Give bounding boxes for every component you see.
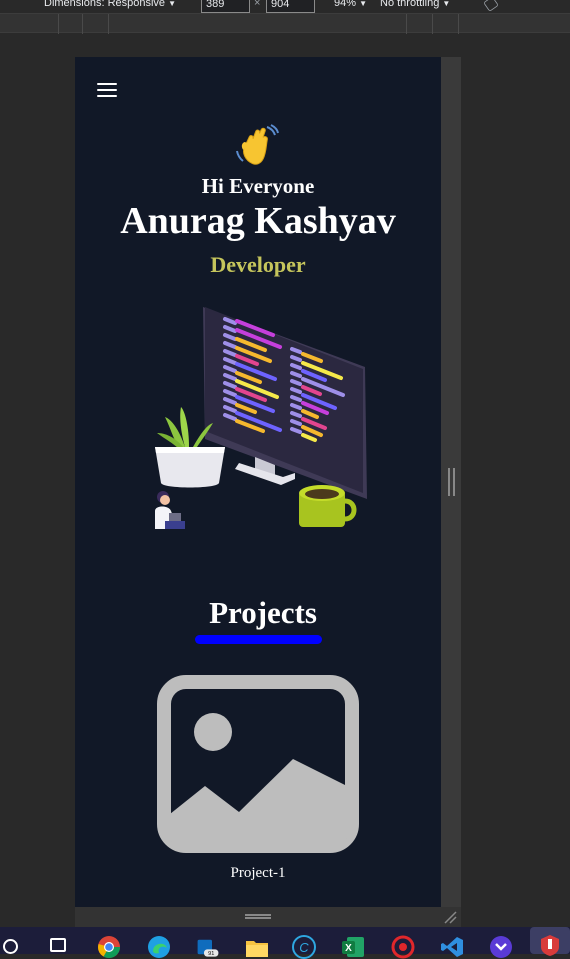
device-viewport: Hi Everyone Anurag Kashyav Developer Pro… bbox=[75, 57, 441, 907]
zoom-label: 94% bbox=[334, 0, 357, 9]
resize-handle-bottom[interactable] bbox=[245, 914, 271, 919]
project-card[interactable]: Project-1 bbox=[157, 675, 359, 885]
hero-role: Developer bbox=[210, 252, 306, 277]
devtools-toolbar: Dimensions: Responsive ▼ 389 × 904 94% ▼… bbox=[0, 0, 570, 13]
height-input[interactable]: 904 bbox=[266, 0, 315, 13]
svg-text:C: C bbox=[299, 940, 309, 955]
caret-down-icon: ▼ bbox=[168, 0, 177, 8]
svg-text:91: 91 bbox=[208, 951, 214, 957]
resize-handle-right[interactable] bbox=[448, 468, 455, 496]
edge-icon[interactable] bbox=[147, 935, 171, 959]
media-query-ruler bbox=[0, 13, 570, 34]
excel-icon[interactable]: X bbox=[341, 935, 365, 959]
dimensions-dropdown[interactable]: Dimensions: Responsive ▼ bbox=[44, 0, 176, 9]
chrome-icon[interactable] bbox=[97, 935, 121, 959]
svg-text:X: X bbox=[345, 943, 352, 954]
vscode-icon[interactable] bbox=[440, 935, 464, 959]
outlook-icon[interactable]: 91 bbox=[196, 935, 220, 959]
hero-name: Anurag Kashyav bbox=[120, 200, 396, 242]
task-view-icon[interactable] bbox=[50, 938, 66, 952]
search-icon[interactable] bbox=[3, 939, 18, 954]
windows-taskbar: 91 C X bbox=[0, 927, 570, 959]
dimensions-label: Dimensions: Responsive bbox=[44, 0, 166, 9]
greeting-text: Hi Everyone bbox=[201, 174, 315, 198]
rotate-icon[interactable] bbox=[483, 0, 499, 12]
image-placeholder-icon bbox=[157, 675, 359, 853]
projects-heading: Projects bbox=[209, 595, 317, 630]
hamburger-menu-icon[interactable] bbox=[97, 83, 117, 98]
zoom-dropdown[interactable]: 94% ▼ bbox=[334, 0, 367, 9]
width-input[interactable]: 389 bbox=[201, 0, 250, 13]
times-sign: × bbox=[254, 0, 261, 9]
developer-illustration bbox=[145, 307, 375, 529]
antivirus-icon[interactable] bbox=[391, 935, 415, 959]
waving-hand-icon bbox=[233, 121, 281, 169]
resize-handle-corner-icon[interactable] bbox=[443, 910, 457, 924]
visual-studio-icon[interactable] bbox=[489, 935, 513, 959]
caret-down-icon: ▼ bbox=[359, 0, 368, 8]
caret-down-icon: ▼ bbox=[442, 0, 451, 8]
project-label: Project-1 bbox=[230, 865, 286, 881]
active-app-slot[interactable] bbox=[530, 927, 570, 956]
projects-heading-underline bbox=[195, 635, 322, 644]
throttling-dropdown[interactable]: No throttling ▼ bbox=[380, 0, 450, 9]
throttling-label: No throttling bbox=[380, 0, 440, 9]
file-explorer-icon[interactable] bbox=[245, 935, 269, 959]
ccleaner-icon[interactable]: C bbox=[292, 935, 316, 959]
app-icon bbox=[541, 935, 559, 956]
